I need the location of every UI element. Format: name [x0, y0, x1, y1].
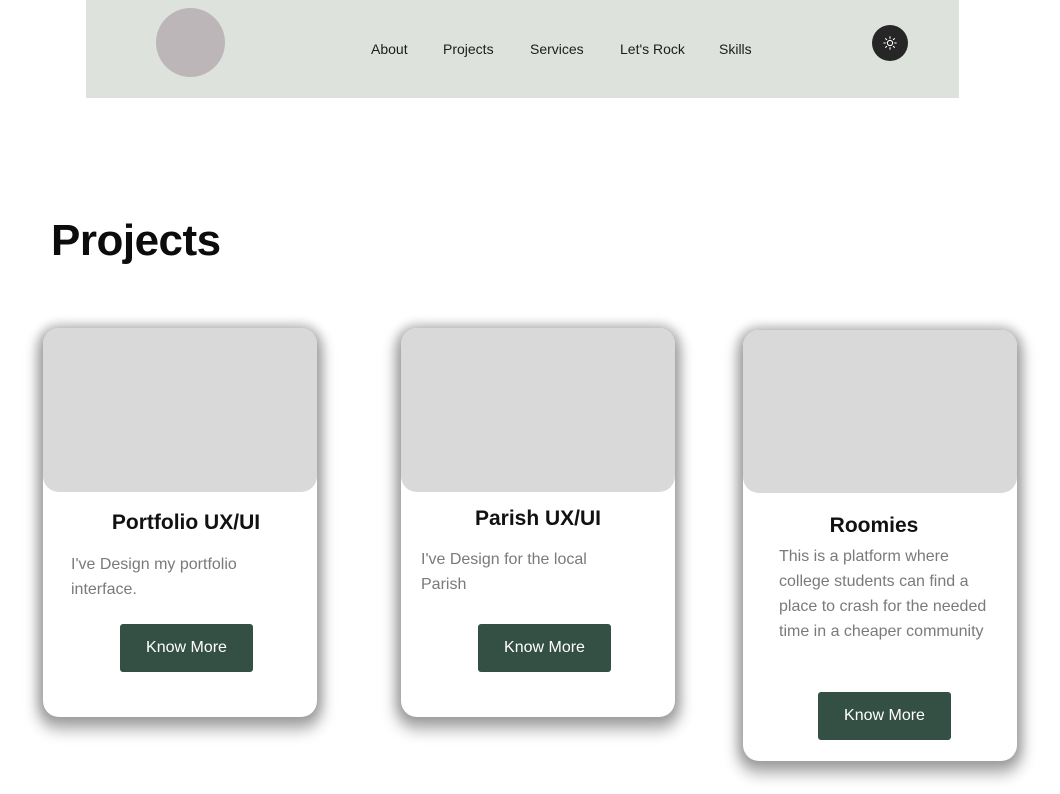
nav-link-skills[interactable]: Skills	[719, 41, 752, 57]
know-more-button[interactable]: Know More	[818, 692, 951, 740]
project-title: Parish UX/UI	[474, 507, 602, 530]
project-image-placeholder	[743, 330, 1017, 493]
project-image-placeholder	[43, 328, 317, 492]
nav-link-about[interactable]: About	[371, 41, 408, 57]
project-image-placeholder	[401, 328, 675, 492]
project-title: Roomies	[829, 514, 919, 537]
know-more-button[interactable]: Know More	[478, 624, 611, 672]
nav-link-lets-rock[interactable]: Let's Rock	[620, 41, 685, 57]
avatar[interactable]	[156, 8, 225, 77]
theme-toggle-button[interactable]	[872, 25, 908, 61]
project-description: I've Design for the local Parish	[421, 551, 587, 593]
project-card-portfolio: Portfolio UX/UI I've Design my portfolio…	[43, 328, 317, 717]
projects-heading: Projects	[51, 216, 221, 265]
know-more-button[interactable]: Know More	[120, 624, 253, 672]
project-description: This is a platform where college student…	[779, 548, 987, 640]
nav-link-projects[interactable]: Projects	[443, 41, 494, 57]
project-description: I've Design my portfolio interface.	[71, 556, 237, 598]
project-title: Portfolio UX/UI	[111, 511, 261, 534]
nav-link-services[interactable]: Services	[530, 41, 584, 57]
project-card-parish: Parish UX/UI I've Design for the local P…	[401, 328, 675, 717]
page: About Projects Services Let's Rock Skill…	[0, 0, 1060, 794]
navbar: About Projects Services Let's Rock Skill…	[86, 0, 959, 98]
project-card-roomies: Roomies This is a platform where college…	[743, 330, 1017, 761]
sun-icon	[883, 36, 897, 50]
